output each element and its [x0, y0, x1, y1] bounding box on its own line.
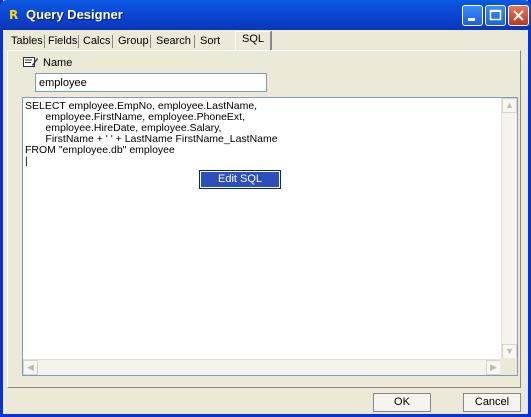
minimize-icon [468, 18, 475, 21]
tab-group[interactable]: Group [118, 34, 149, 50]
scroll-right-button[interactable]: ▶ [486, 360, 501, 375]
vertical-scrollbar[interactable]: ▲ ▼ [501, 98, 517, 359]
horizontal-scrollbar[interactable]: ◀ ▶ [23, 359, 501, 375]
sql-text[interactable]: SELECT employee.EmpNo, employee.LastName… [25, 101, 278, 167]
maximize-icon [489, 9, 502, 21]
tab-search[interactable]: Search [156, 34, 191, 50]
scrollbar-corner [500, 358, 517, 375]
scroll-left-button[interactable]: ◀ [23, 360, 38, 375]
sql-editor[interactable]: SELECT employee.EmpNo, employee.LastName… [22, 97, 518, 376]
scroll-up-button[interactable]: ▲ [502, 98, 517, 113]
tab-separator [78, 35, 79, 48]
title-bar[interactable]: R Query Designer [0, 0, 531, 30]
scroll-down-button[interactable]: ▼ [502, 344, 517, 359]
app-icon: R [9, 8, 19, 22]
tab-strip: Tables Fields Calcs Group Search Sort SQ… [7, 31, 521, 50]
ok-button[interactable]: OK [373, 393, 431, 412]
name-label: Name [43, 57, 73, 69]
name-edit-icon [23, 57, 38, 67]
edit-sql-button[interactable]: Edit SQL [199, 170, 281, 189]
window-title: Query Designer [26, 7, 123, 22]
tab-sql[interactable]: SQL [235, 31, 271, 50]
tab-separator [194, 35, 195, 48]
tab-separator [150, 35, 151, 48]
tab-fields[interactable]: Fields [48, 34, 77, 50]
name-input[interactable] [35, 73, 267, 92]
maximize-button[interactable] [485, 5, 506, 26]
tab-calcs[interactable]: Calcs [83, 34, 111, 50]
tab-sort[interactable]: Sort [200, 34, 220, 50]
cancel-button[interactable]: Cancel [463, 393, 521, 412]
tab-separator [271, 31, 272, 50]
close-button[interactable] [508, 5, 529, 26]
tab-separator [44, 35, 45, 48]
close-icon [513, 10, 524, 21]
tab-tables[interactable]: Tables [11, 34, 43, 50]
minimize-button[interactable] [462, 5, 483, 26]
tab-separator [112, 35, 113, 48]
